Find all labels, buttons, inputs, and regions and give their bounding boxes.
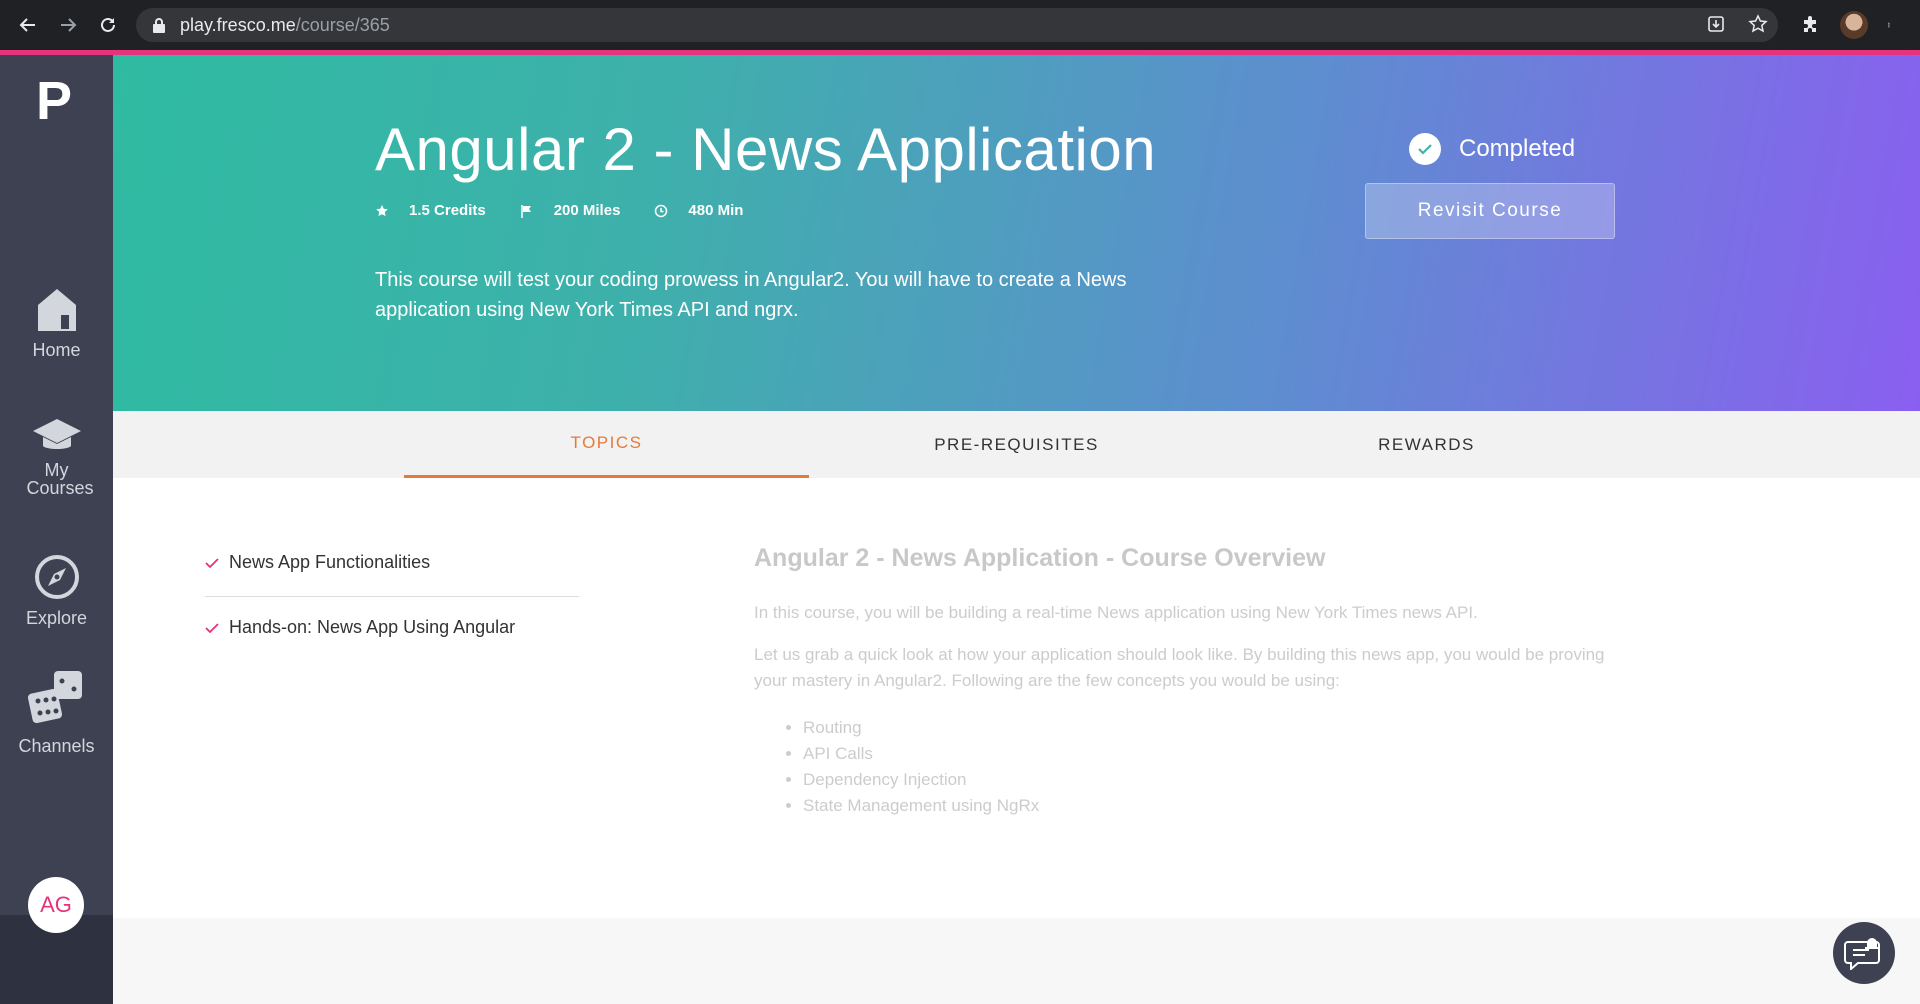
revisit-course-button[interactable]: Revisit Course xyxy=(1365,183,1615,239)
topic-label: News App Functionalities xyxy=(229,552,431,572)
tab-rewards[interactable]: REWARDS xyxy=(1224,411,1629,478)
user-avatar[interactable]: AG xyxy=(28,877,84,933)
topic-item[interactable]: Hands-on: News App Using Angular xyxy=(205,617,515,638)
tab-pre-requisites[interactable]: PRE-REQUISITES xyxy=(814,411,1219,478)
star-icon xyxy=(376,204,388,216)
browser-toolbar: play.fresco.me/course/365 xyxy=(0,0,1920,50)
profile-icon[interactable] xyxy=(1840,11,1868,39)
concept-list: Routing API Calls Dependency Injection S… xyxy=(803,715,1039,819)
topic-label: Hands-on: News App Using Angular xyxy=(229,617,516,637)
topic-item[interactable]: News App Functionalities xyxy=(205,552,430,573)
lock-icon xyxy=(153,18,165,33)
course-description: This course will test your coding prowes… xyxy=(375,269,1127,321)
course-duration: 480 Min xyxy=(688,202,744,219)
course-meta: 1.5 Credits 200 Miles 480 Min xyxy=(375,202,777,219)
course-hero: Angular 2 - News Application 1.5 Credits… xyxy=(113,55,1920,411)
completion-status: Completed xyxy=(1409,133,1575,165)
overview-paragraph: Let us grab a quick look at how your app… xyxy=(754,645,1605,690)
star-icon[interactable] xyxy=(1748,14,1768,34)
concept-item: State Management using NgRx xyxy=(803,793,1039,819)
dice-icon xyxy=(27,671,82,724)
back-icon[interactable] xyxy=(8,5,48,45)
address-bar[interactable]: play.fresco.me/course/365 xyxy=(136,8,1778,42)
url-host: play.fresco.me xyxy=(180,14,296,35)
menu-icon[interactable] xyxy=(1888,15,1894,35)
install-icon[interactable] xyxy=(1706,14,1726,34)
course-credits: 1.5 Credits xyxy=(409,202,486,219)
sidebar-item-home[interactable]: Home xyxy=(0,287,113,359)
page-footer xyxy=(113,918,1920,1004)
clock-icon xyxy=(655,204,668,217)
reload-icon[interactable] xyxy=(88,5,128,45)
sidebar-item-label: Channels xyxy=(18,736,95,756)
concept-item: API Calls xyxy=(803,741,1039,767)
flag-icon xyxy=(520,204,531,218)
compass-icon xyxy=(34,555,79,599)
tab-topics[interactable]: TOPICS xyxy=(404,411,809,478)
course-title: Angular 2 - News Application xyxy=(375,116,1157,183)
course-tabs: TOPICS PRE-REQUISITES REWARDS xyxy=(113,411,1920,478)
course-miles: 200 Miles xyxy=(553,202,621,219)
extensions-icon[interactable] xyxy=(1800,15,1820,35)
sidebar-item-label: My Courses xyxy=(26,460,94,498)
check-icon xyxy=(205,622,219,633)
topic-divider xyxy=(205,596,579,597)
overview-paragraph: In this course, you will be building a r… xyxy=(754,603,1478,622)
sidebar-item-label: Home xyxy=(32,340,81,360)
check-circle-icon xyxy=(1409,133,1441,165)
tab-content: News App Functionalities Hands-on: News … xyxy=(113,478,1920,918)
status-label: Completed xyxy=(1459,135,1576,162)
concept-item: Routing xyxy=(803,715,1039,741)
forward-icon[interactable] xyxy=(48,5,88,45)
sidebar-item-explore[interactable]: Explore xyxy=(0,553,113,627)
chat-support-button[interactable] xyxy=(1833,922,1895,984)
check-icon xyxy=(205,557,219,568)
sidebar: P Home My Courses Explore Channels xyxy=(0,55,113,1004)
concept-item: Dependency Injection xyxy=(803,767,1039,793)
chat-bell-icon xyxy=(1844,938,1880,970)
overview-title: Angular 2 - News Application - Course Ov… xyxy=(754,544,1326,572)
graduation-cap-icon xyxy=(32,419,81,449)
sidebar-item-my-courses[interactable]: My Courses xyxy=(0,417,113,497)
url-path: /course/365 xyxy=(295,14,390,35)
sidebar-item-channels[interactable]: Channels xyxy=(0,667,113,755)
brand-logo[interactable]: P xyxy=(36,74,76,128)
sidebar-item-label: Explore xyxy=(25,608,88,628)
home-icon xyxy=(37,289,76,331)
